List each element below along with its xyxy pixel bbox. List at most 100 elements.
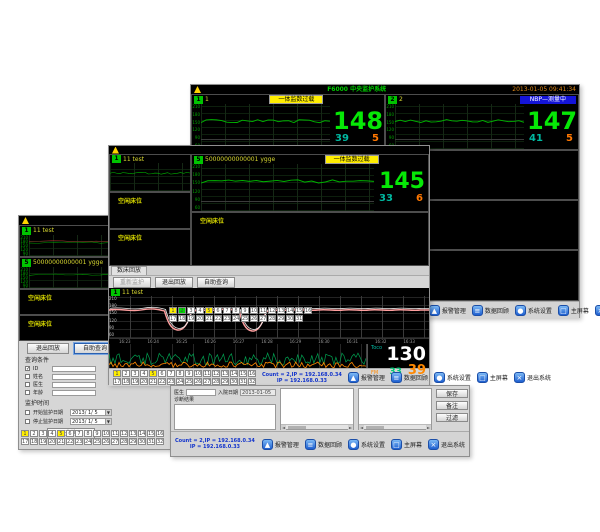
query-input[interactable]: [52, 390, 96, 396]
toolbar-button-bell[interactable]: ▲报警管理: [348, 372, 385, 383]
checkbox-unchecked[interactable]: [25, 382, 30, 387]
bed-grid-box[interactable]: 32: [156, 438, 164, 445]
bed-grid-box[interactable]: 29: [221, 378, 229, 385]
bed-grid-box[interactable]: 23: [223, 315, 231, 322]
scroll-right-icon[interactable]: ►: [348, 425, 353, 430]
bed-cell-1[interactable]: 1 1 一体监数过载 2101801501209060 148 395: [191, 94, 385, 150]
bed-grid-box[interactable]: 17: [169, 315, 177, 322]
toolbar-button-screen[interactable]: □主屏幕: [558, 305, 589, 316]
bed-grid-box[interactable]: 14: [230, 370, 238, 377]
bed-grid-box[interactable]: 30: [138, 438, 146, 445]
bed-grid-box[interactable]: 14: [138, 430, 146, 437]
bed-grid-box[interactable]: 1: [169, 307, 177, 314]
bed-grid-box[interactable]: 8: [232, 307, 240, 314]
bed-grid-box[interactable]: 17: [21, 438, 29, 445]
h-scrollbar[interactable]: ◄►: [359, 424, 431, 429]
scroll-left-icon[interactable]: ◄: [281, 425, 286, 430]
bed-grid-box[interactable]: 1: [21, 430, 29, 437]
toolbar-button-globe[interactable]: ●系统设置: [434, 372, 471, 383]
bed-grid-box[interactable]: 7: [223, 307, 231, 314]
bed-grid-box[interactable]: 7: [167, 370, 175, 377]
bed-grid-box[interactable]: 11: [203, 370, 211, 377]
bed-grid-box[interactable]: 2: [122, 370, 130, 377]
bed-grid-box[interactable]: 16: [156, 430, 164, 437]
bed-grid-box[interactable]: 21: [57, 438, 65, 445]
bed-grid-box[interactable]: 24: [232, 315, 240, 322]
scroll-thumb[interactable]: [366, 426, 384, 429]
bed-grid-box[interactable]: 10: [250, 307, 258, 314]
toolbar-button-globe[interactable]: ●系统设置: [348, 439, 385, 450]
bed-grid-box[interactable]: 9: [185, 370, 193, 377]
bed-cell-1-mini[interactable]: 1 11 test: [109, 154, 191, 192]
bed-grid-box[interactable]: 31: [239, 378, 247, 385]
bed-grid-box[interactable]: 22: [66, 438, 74, 445]
titlebar-w1[interactable]: F6000 中央监护系统 2013-01-05 09:41:34: [191, 85, 579, 94]
bed-grid-box[interactable]: 26: [250, 315, 258, 322]
bed-grid-box[interactable]: 16: [304, 307, 312, 314]
playback-tab[interactable]: 数床回放: [111, 266, 147, 275]
bed-grid-box[interactable]: 2: [30, 430, 38, 437]
bed-grid-box[interactable]: 4: [48, 430, 56, 437]
bed-grid-box[interactable]: 7: [75, 430, 83, 437]
alarm-overload-button[interactable]: 一体监数过载: [269, 95, 323, 104]
bed-grid-box[interactable]: 6: [66, 430, 74, 437]
bed-grid-box[interactable]: 19: [131, 378, 139, 385]
nbp-status-button[interactable]: NBP—测量中: [520, 96, 576, 104]
bed-grid-box[interactable]: 26: [102, 438, 110, 445]
checkbox-checked[interactable]: ✓: [25, 366, 30, 371]
date-spinner-icon[interactable]: ▼: [105, 410, 111, 415]
toolbar-button-exit[interactable]: ×退出系统: [428, 439, 465, 450]
bed-grid-box[interactable]: 3: [131, 370, 139, 377]
bed-grid-box[interactable]: 3: [39, 430, 47, 437]
exit-playback-button[interactable]: 退出回放: [27, 343, 69, 354]
bed-grid-box[interactable]: 5: [57, 430, 65, 437]
filter-button[interactable]: 过滤: [436, 413, 468, 422]
checkbox-unchecked[interactable]: [25, 390, 30, 395]
bed-grid-box[interactable]: 4: [140, 370, 148, 377]
bed-grid-box[interactable]: 27: [111, 438, 119, 445]
bed-grid-box[interactable]: 8: [84, 430, 92, 437]
idle-bed-cell[interactable]: 空闲床位: [109, 229, 191, 266]
bed-grid-box[interactable]: 16: [248, 370, 256, 377]
toolbar-button-screen[interactable]: □主屏幕: [391, 439, 422, 450]
toolbar-button-doc[interactable]: ≡数据回顾: [472, 305, 509, 316]
bed-grid-box[interactable]: 25: [241, 315, 249, 322]
bed-grid-box[interactable]: 8: [176, 370, 184, 377]
exit-playback-button[interactable]: 退出回放: [155, 277, 193, 288]
date-spinner-icon[interactable]: ▼: [105, 419, 111, 424]
scroll-right-icon[interactable]: ►: [426, 425, 431, 430]
bed-grid-box[interactable]: 12: [212, 370, 220, 377]
toolbar-button-bell[interactable]: ▲报警管理: [262, 439, 299, 450]
bed-grid-box[interactable]: 20: [140, 378, 148, 385]
bed-grid-box[interactable]: 23: [75, 438, 83, 445]
alarm-overload-button[interactable]: 一体监数过载: [325, 155, 379, 164]
bed-grid-box[interactable]: 6: [158, 370, 166, 377]
query-input[interactable]: [52, 366, 96, 372]
stop-date-checkbox[interactable]: [25, 419, 30, 424]
bed-grid-box[interactable]: 29: [277, 315, 285, 322]
bed-grid-box[interactable]: 6: [214, 307, 222, 314]
self-query-button[interactable]: 自助查询: [197, 277, 235, 288]
scroll-thumb[interactable]: [288, 426, 306, 429]
bed-grid-box[interactable]: 31: [295, 315, 303, 322]
bed-grid-box[interactable]: 13: [277, 307, 285, 314]
bed-grid-box[interactable]: 24: [84, 438, 92, 445]
bed-grid-box[interactable]: 20: [196, 315, 204, 322]
bed-grid-box[interactable]: 28: [268, 315, 276, 322]
bed-grid-box[interactable]: 5: [205, 307, 213, 314]
bed-grid-box[interactable]: 2: [178, 307, 186, 314]
bed-cell-2[interactable]: 2 2 NBP—测量中 2101801501209060 147 415: [385, 94, 579, 150]
bed-grid-box[interactable]: 19: [39, 438, 47, 445]
bed-grid-box[interactable]: 21: [149, 378, 157, 385]
bed-grid-box[interactable]: 28: [212, 378, 220, 385]
bed-grid-box[interactable]: 11: [259, 307, 267, 314]
bed-grid-box[interactable]: 15: [147, 430, 155, 437]
bed-grid-box[interactable]: 21: [205, 315, 213, 322]
resume-monitor-button[interactable]: 重新监护: [113, 277, 151, 288]
bed-grid-box[interactable]: 12: [268, 307, 276, 314]
titlebar-w2[interactable]: [109, 146, 429, 154]
bed-grid-box[interactable]: 5: [149, 370, 157, 377]
h-scrollbar[interactable]: ◄►: [281, 424, 353, 429]
toolbar-button-doc[interactable]: ≡数据回顾: [305, 439, 342, 450]
start-date-input[interactable]: 2013/ 1/ 5▼: [70, 409, 112, 416]
